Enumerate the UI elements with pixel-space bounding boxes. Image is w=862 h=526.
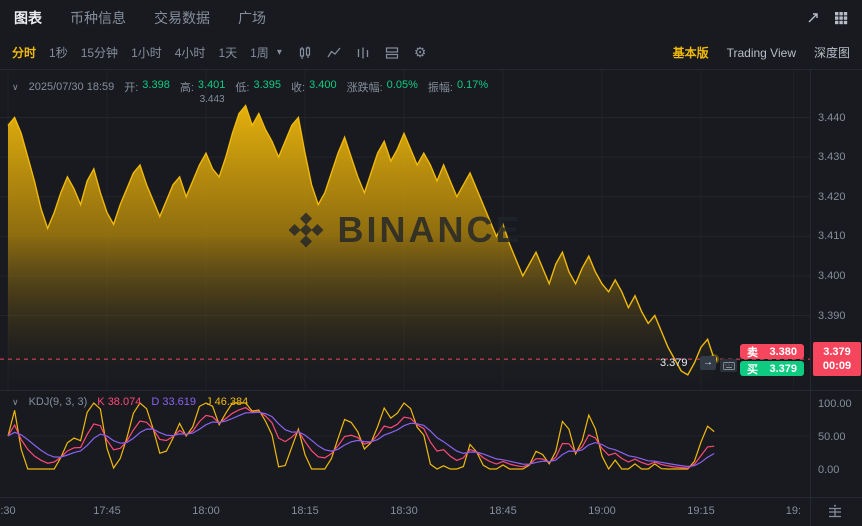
amplitude-label: 振幅: xyxy=(428,79,453,95)
low-label: 低: xyxy=(235,79,249,95)
chart-toolbar: 分时1秒15分钟1小时4小时1天1周 ▾ ⚙ 基 xyxy=(0,36,862,70)
change-value: 0.05% xyxy=(387,79,418,95)
low-value: 3.395 xyxy=(253,79,281,95)
kdj-title: KDJ(9, 3, 3) xyxy=(29,396,88,408)
nav-tabs: 图表 币种信息 交易数据 广场 xyxy=(14,8,266,28)
price-axis-column[interactable]: 3.379 00:09 3.440 3.430 3.420 3.410 3.400 3.3… xyxy=(810,70,862,526)
buy-price-flag: 买 3.379 xyxy=(740,361,804,376)
nav-tab-coin-info[interactable]: 币种信息 xyxy=(70,8,126,28)
keyboard-icon[interactable] xyxy=(720,359,737,372)
amplitude-value: 0.17% xyxy=(457,79,488,95)
kdj-tick-label: 0.00 xyxy=(818,463,839,477)
view-tab-depth[interactable]: 深度图 xyxy=(814,44,850,61)
time-label: :30 xyxy=(0,505,15,517)
interval-time[interactable]: 分时 xyxy=(12,44,36,61)
interval-selector: 分时 1秒 15分钟 1小时 4小时 1天 1周 xyxy=(12,44,269,61)
price-tick-label: 3.420 xyxy=(818,190,846,204)
line-chart-icon[interactable] xyxy=(327,46,341,60)
price-tick-label: 3.410 xyxy=(818,229,846,243)
price-tick-label: 3.430 xyxy=(818,150,846,164)
kdj-tick-label: 100.00 xyxy=(818,397,852,411)
kdj-indicator-pane[interactable]: ∨ KDJ(9, 3, 3) K 38.074 D 33.619 J 46.38… xyxy=(0,390,810,497)
time-label: 17:45 xyxy=(93,505,121,517)
open-label: 开: xyxy=(124,79,138,95)
change-label: 涨跌幅: xyxy=(347,79,383,95)
price-tick-label: 3.400 xyxy=(818,269,846,283)
last-price-axis-box: 3.379 00:09 xyxy=(813,342,861,376)
panel-layout-icon[interactable] xyxy=(385,46,399,60)
time-label: 19: xyxy=(786,505,801,517)
kdj-tick-label: 50.00 xyxy=(818,430,846,444)
d-value: 33.619 xyxy=(162,396,196,408)
time-label: 19:00 xyxy=(588,505,616,517)
time-label: 18:00 xyxy=(192,505,220,517)
time-label: 18:30 xyxy=(390,505,418,517)
interval-15m[interactable]: 15分钟 xyxy=(81,44,118,61)
nav-tab-chart[interactable]: 图表 xyxy=(14,8,42,28)
interval-4h[interactable]: 4小时 xyxy=(175,44,206,61)
nav-icons xyxy=(806,11,848,25)
price-chart-pane[interactable]: BINANCE ∨ 2025/07/30 18:59 开:3.398 高:3.4… xyxy=(0,70,810,390)
interval-1d[interactable]: 1天 xyxy=(218,44,237,61)
sell-price: 3.380 xyxy=(769,346,797,358)
buy-price: 3.379 xyxy=(769,363,797,375)
scroll-to-latest-icon[interactable] xyxy=(827,504,843,520)
interval-1w[interactable]: 1周 xyxy=(250,44,269,61)
kdj-collapse-caret-icon[interactable]: ∨ xyxy=(12,397,19,408)
time-label: 18:15 xyxy=(291,505,319,517)
nav-tab-trading-data[interactable]: 交易数据 xyxy=(154,8,210,28)
high-value: 3.401 xyxy=(198,79,226,95)
close-value: 3.400 xyxy=(309,79,337,95)
top-nav: 图表 币种信息 交易数据 广场 xyxy=(0,0,862,36)
price-arrow-icon[interactable]: → xyxy=(700,356,716,370)
kdj-k-line xyxy=(8,408,714,469)
bars-icon[interactable] xyxy=(356,46,370,60)
interval-1s[interactable]: 1秒 xyxy=(49,44,68,61)
j-label: J xyxy=(206,396,212,408)
view-tab-basic[interactable]: 基本版 xyxy=(673,44,709,61)
price-area-chart[interactable] xyxy=(0,70,810,390)
time-label: 19:15 xyxy=(687,505,715,517)
k-value: 38.074 xyxy=(108,396,142,408)
chart-tools: ⚙ xyxy=(298,44,427,61)
last-price: 3.379 xyxy=(813,345,861,359)
expand-icon[interactable] xyxy=(806,11,820,25)
price-area xyxy=(8,106,714,390)
candlestick-style-icon[interactable] xyxy=(298,46,312,60)
k-label: K xyxy=(97,396,104,408)
open-value: 3.398 xyxy=(142,79,170,95)
collapse-caret-icon[interactable]: ∨ xyxy=(12,82,19,93)
interval-dropdown-caret[interactable]: ▾ xyxy=(277,47,282,58)
nav-tab-square[interactable]: 广场 xyxy=(238,8,266,28)
interval-1h[interactable]: 1小时 xyxy=(131,44,162,61)
apps-grid-icon[interactable] xyxy=(834,11,848,25)
current-price-annotation: 3.379 xyxy=(660,357,688,369)
price-tick-label: 3.390 xyxy=(818,309,846,323)
sell-label: 卖 xyxy=(747,344,758,360)
peak-price-annotation: 3.443 xyxy=(200,94,225,105)
countdown: 00:09 xyxy=(813,359,861,373)
time-label: 18:45 xyxy=(489,505,517,517)
price-tick-label: 3.440 xyxy=(818,111,846,125)
settings-gear-icon[interactable]: ⚙ xyxy=(414,44,427,61)
ohlc-bar: ∨ 2025/07/30 18:59 开:3.398 高:3.401 低:3.3… xyxy=(12,79,488,95)
view-mode-tabs: 基本版 Trading View 深度图 xyxy=(673,44,850,61)
time-axis[interactable]: :30 17:45 18:00 18:15 18:30 18:45 19:00 19:15 19… xyxy=(0,497,810,526)
close-label: 收: xyxy=(291,79,305,95)
buy-label: 买 xyxy=(747,361,758,377)
view-tab-tradingview[interactable]: Trading View xyxy=(727,46,796,60)
sell-price-flag: 卖 3.380 xyxy=(740,344,804,359)
kdj-header: ∨ KDJ(9, 3, 3) K 38.074 D 33.619 J 46.38… xyxy=(12,396,248,408)
trading-chart-app: 图表 币种信息 交易数据 广场 分时 1秒 15分钟 1小时 4小时 1天 1周 ▾ xyxy=(0,0,862,526)
j-value: 46.384 xyxy=(215,396,249,408)
ohlc-datetime: 2025/07/30 18:59 xyxy=(29,81,115,93)
d-label: D xyxy=(151,396,159,408)
high-label: 高: xyxy=(180,79,194,95)
